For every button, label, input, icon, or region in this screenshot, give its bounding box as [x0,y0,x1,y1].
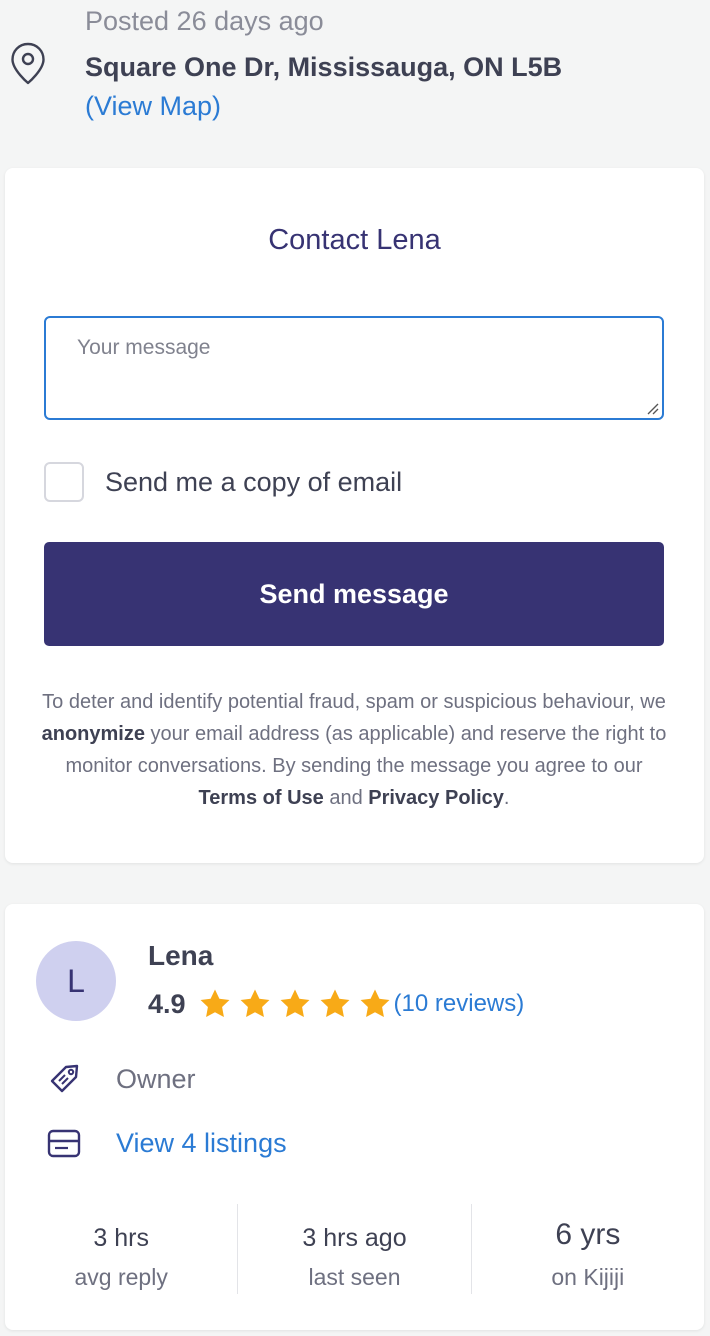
resize-handle-icon[interactable] [645,401,659,415]
stat-avg-reply: 3 hrs avg reply [5,1204,239,1294]
location-section: Posted 26 days ago Square One Dr, Missis… [0,0,710,150]
disclaimer-text-1: To deter and identify potential fraud, s… [42,691,666,713]
disclaimer-text-2: your email address (as applicable) and r… [65,723,667,777]
stat-value: 3 hrs [93,1224,149,1252]
privacy-policy-link[interactable]: Privacy Policy [368,787,504,809]
seller-rating: 4.9 (10 reviews) [148,986,524,1022]
stat-value: 3 hrs ago [302,1224,407,1252]
disclaimer-anonymize: anonymize [41,723,145,745]
view-map-link[interactable]: (View Map) [85,91,221,122]
reviews-link[interactable]: (10 reviews) [394,990,525,1018]
copy-email-checkbox[interactable] [44,462,84,502]
stat-label: last seen [308,1264,401,1290]
owner-row: Owner [46,1059,196,1099]
star-icon [320,989,349,1018]
message-placeholder: Your message [77,336,211,359]
posted-date: Posted 26 days ago [85,6,324,36]
map-pin-icon [11,42,45,85]
star-icon [360,989,389,1018]
copy-email-option[interactable]: Send me a copy of email [44,462,402,502]
star-icon [240,989,269,1018]
contact-title: Contact Lena [268,224,441,256]
seller-card: L Lena 4.9 (10 reviews) Owner View 4 lis… [5,904,704,1330]
fraud-disclaimer: To deter and identify potential fraud, s… [41,686,667,814]
view-listings-link[interactable]: View 4 listings [46,1123,287,1163]
copy-email-label[interactable]: Send me a copy of email [105,467,402,498]
star-icon [280,989,309,1018]
terms-of-use-link[interactable]: Terms of Use [199,787,324,809]
seller-type: Owner [116,1063,196,1094]
stat-value: 6 yrs [555,1218,621,1251]
disclaimer-end: . [503,787,510,809]
avatar[interactable]: L [36,941,116,1021]
stat-last-seen: 3 hrs ago last seen [238,1204,472,1294]
stat-label: avg reply [74,1264,168,1290]
price-tag-icon [50,1064,79,1093]
listing-address: Square One Dr, Mississauga, ON L5B [85,52,563,82]
seller-stats: 3 hrs avg reply 3 hrs ago last seen 6 yr… [5,1204,704,1294]
disclaimer-and: and [323,787,369,809]
rating-value: 4.9 [148,988,186,1019]
view-listings-label[interactable]: View 4 listings [116,1128,287,1159]
star-icon [200,989,229,1018]
send-message-button[interactable]: Send message [44,542,664,646]
stat-on-kijiji: 6 yrs on Kijiji [472,1204,704,1294]
seller-name[interactable]: Lena [148,940,213,972]
listings-card-icon [47,1129,81,1158]
contact-card: Contact Lena Your message Send me a copy… [5,168,704,863]
message-textarea[interactable]: Your message [44,316,664,420]
stat-label: on Kijiji [551,1264,625,1290]
